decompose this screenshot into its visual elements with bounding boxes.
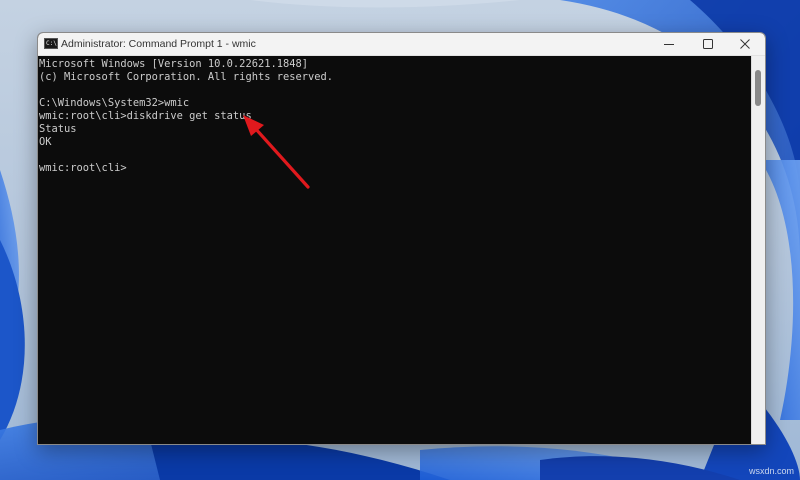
console-line: OK [39,136,52,148]
minimize-icon [664,44,674,45]
console-output-area[interactable]: Microsoft Windows [Version 10.0.22621.18… [38,56,751,444]
close-button[interactable] [728,33,762,55]
console-prompt-line: wmic:root\cli> [39,162,127,174]
close-icon [740,39,750,49]
window-title-bar[interactable]: C:\ Administrator: Command Prompt 1 - wm… [38,33,765,56]
maximize-icon [703,39,713,49]
console-line: (c) Microsoft Corporation. All rights re… [39,71,334,83]
watermark-text: wsxdn.com [748,466,794,476]
command-prompt-window[interactable]: C:\ Administrator: Command Prompt 1 - wm… [37,32,766,445]
console-line: Microsoft Windows [Version 10.0.22621.18… [39,58,308,70]
window-title: Administrator: Command Prompt 1 - wmic [61,38,256,50]
vertical-scrollbar[interactable] [751,56,765,444]
minimize-button[interactable] [652,33,686,55]
console-line: Status [39,123,77,135]
maximize-button[interactable] [691,33,725,55]
console-line: C:\Windows\System32>wmic [39,97,190,109]
console-line: wmic:root\cli>diskdrive get status [39,110,252,122]
console-lines: Microsoft Windows [Version 10.0.22621.18… [39,58,333,175]
scrollbar-thumb[interactable] [755,70,761,106]
command-prompt-icon-glyph: C:\ [46,40,57,47]
command-prompt-icon: C:\ [44,38,58,49]
